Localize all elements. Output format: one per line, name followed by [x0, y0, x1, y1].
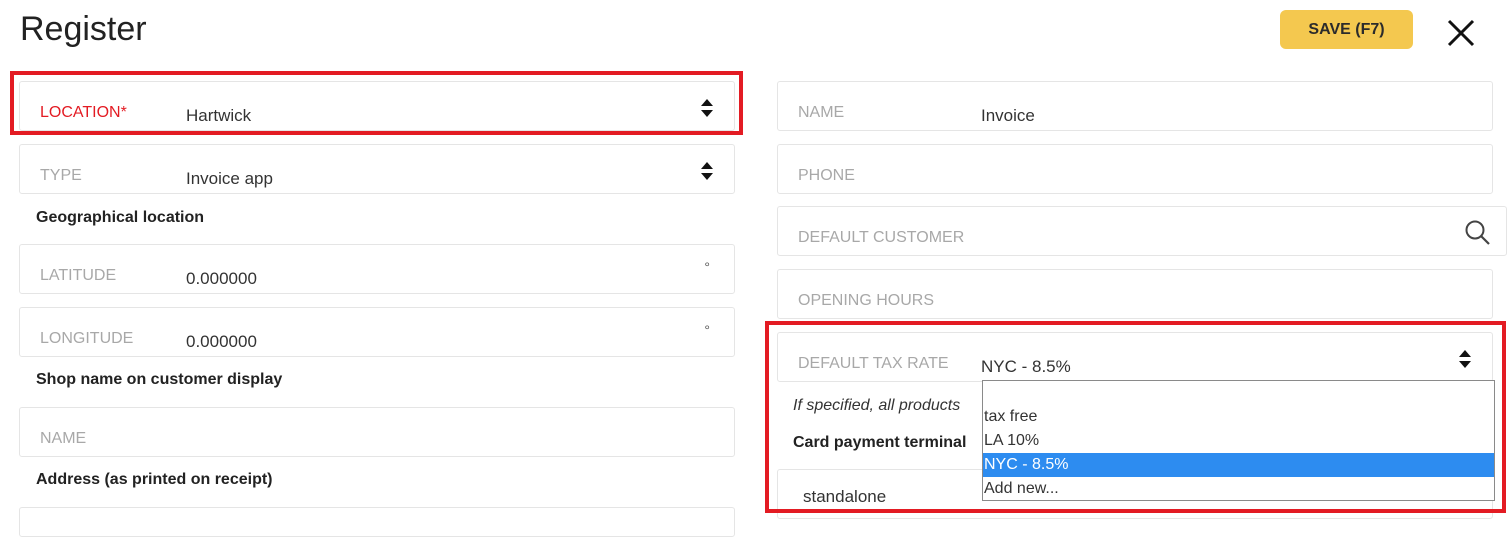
- latitude-label: LATITUDE: [40, 267, 117, 284]
- longitude-unit: °: [704, 322, 710, 338]
- close-button[interactable]: [1441, 13, 1481, 53]
- longitude-value: 0.000000: [186, 332, 257, 351]
- tax-rate-highlight: [765, 321, 1506, 513]
- phone-label: PHONE: [798, 167, 855, 184]
- latitude-field[interactable]: LATITUDE 0.000000 °: [19, 244, 735, 294]
- address-heading: Address (as printed on receipt): [36, 471, 273, 488]
- default-customer-label: DEFAULT CUSTOMER: [798, 229, 965, 246]
- opening-hours-field[interactable]: OPENING HOURS: [777, 269, 1493, 319]
- location-highlight: [10, 71, 743, 135]
- shop-name-heading: Shop name on customer display: [36, 371, 283, 388]
- type-select[interactable]: TYPE Invoice app: [19, 144, 735, 194]
- phone-field[interactable]: PHONE: [777, 144, 1493, 194]
- name-field[interactable]: NAME Invoice: [777, 81, 1493, 131]
- latitude-unit: °: [704, 259, 710, 275]
- type-value: Invoice app: [186, 169, 273, 188]
- opening-hours-label: OPENING HOURS: [798, 292, 935, 309]
- latitude-value: 0.000000: [186, 269, 257, 288]
- save-button[interactable]: SAVE (F7): [1280, 10, 1413, 49]
- default-customer-field[interactable]: DEFAULT CUSTOMER: [777, 206, 1507, 256]
- type-label: TYPE: [40, 167, 82, 184]
- longitude-label: LONGITUDE: [40, 330, 134, 347]
- close-icon: [1447, 19, 1475, 47]
- shop-name-input[interactable]: NAME: [19, 407, 735, 457]
- search-icon[interactable]: [1464, 219, 1492, 247]
- geographical-location-heading: Geographical location: [36, 209, 205, 226]
- page-title: Register: [20, 10, 147, 48]
- name-value: Invoice: [981, 106, 1035, 125]
- select-arrows-icon: [701, 162, 713, 180]
- address-input[interactable]: [19, 507, 735, 537]
- shop-name-placeholder: NAME: [40, 430, 87, 447]
- name-label: NAME: [798, 104, 845, 121]
- longitude-field[interactable]: LONGITUDE 0.000000 °: [19, 307, 735, 357]
